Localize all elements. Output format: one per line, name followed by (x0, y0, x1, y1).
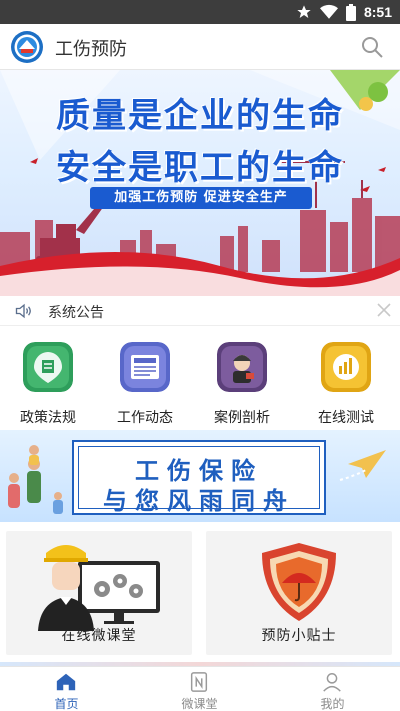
close-icon[interactable] (376, 302, 392, 318)
status-bar: 8:51 (0, 0, 400, 24)
umbrella-shield-illustration (262, 543, 336, 621)
star-icon (297, 5, 311, 18)
case-icon (217, 342, 267, 392)
app-bar: 工伤预防 (0, 24, 400, 70)
tab-label: 我的 (320, 697, 345, 711)
app-logo (11, 31, 43, 63)
insurance-banner[interactable]: 工伤保险 与您风雨同舟 (0, 430, 400, 522)
app-screen: 8:51 工伤预防 质量是企业的生命 安全是职工的生命 加强工伤预防 促进安全生… (0, 0, 400, 711)
category-label: 政策法规 (20, 410, 76, 426)
insurance-board: 工伤保险 与您风雨同舟 (72, 440, 326, 515)
test-icon (321, 342, 371, 392)
category-grid: 政策法规 工作动态 案例剖析 在线测试 (0, 330, 400, 426)
worker-computer-illustration (38, 545, 160, 631)
course-icon (190, 672, 208, 692)
tab-profile[interactable]: 我的 (266, 667, 399, 711)
home-icon (56, 673, 76, 691)
page-title: 工伤预防 (55, 39, 127, 60)
category-label: 案例剖析 (214, 410, 270, 426)
wifi-icon (319, 4, 338, 19)
insurance-subheadline: 与您风雨同舟 (103, 487, 295, 515)
category-label: 工作动态 (117, 410, 173, 426)
notice-label: 系统公告 (48, 305, 104, 321)
bottom-tab-bar: 首页 微课堂 我的 (0, 666, 400, 711)
category-policy[interactable]: 政策法规 (8, 340, 88, 426)
status-icons: 8:51 (296, 3, 392, 21)
category-label: 在线测试 (318, 410, 374, 426)
tab-label: 首页 (54, 697, 79, 711)
system-notice-bar[interactable]: 系统公告 (0, 296, 400, 326)
category-test[interactable]: 在线测试 (306, 340, 386, 426)
insurance-board-frame: 工伤保险 与您风雨同舟 (78, 446, 320, 515)
battery-icon (345, 3, 356, 21)
hero-headline-quality: 质量是企业的生命 (56, 96, 344, 136)
card-prevention-tips[interactable]: 预防小贴士 (206, 531, 392, 655)
card-label: 在线微课堂 (61, 628, 137, 644)
card-online-course[interactable]: 在线微课堂 (6, 531, 192, 655)
hero-banner[interactable]: 质量是企业的生命 安全是职工的生命 加强工伤预防 促进安全生产 (0, 70, 400, 296)
card-label: 预防小贴士 (261, 628, 337, 644)
status-time: 8:51 (363, 4, 392, 20)
category-news[interactable]: 工作动态 (105, 340, 185, 426)
category-case[interactable]: 案例剖析 (202, 340, 282, 426)
news-icon (120, 342, 170, 392)
hero-headline-safety: 安全是职工的生命 (56, 148, 344, 188)
search-icon[interactable] (360, 35, 384, 59)
hero-slogan: 加强工伤预防 促进安全生产 (90, 187, 312, 209)
tab-label: 微课堂 (181, 697, 218, 711)
tab-home[interactable]: 首页 (0, 667, 133, 711)
profile-icon (323, 673, 341, 692)
speaker-icon (15, 303, 31, 319)
tab-course[interactable]: 微课堂 (133, 667, 266, 711)
policy-icon (23, 342, 73, 392)
